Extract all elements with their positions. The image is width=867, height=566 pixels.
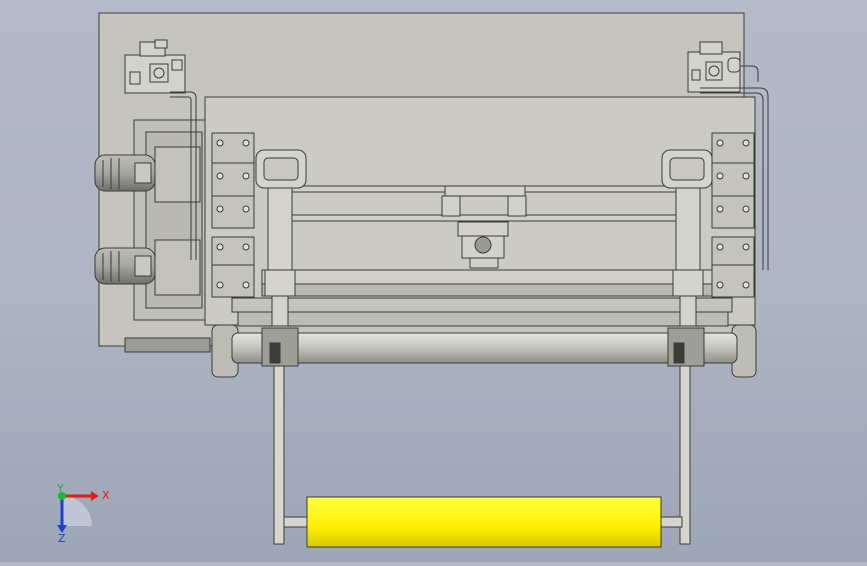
assembly-drawing: X Y Z [56,12,769,548]
base-lip [124,337,211,353]
left-bolt-block [211,132,255,298]
coordinate-triad: X Y Z [56,482,110,545]
main-roller [211,324,757,378]
lower-yellow-roller [306,496,662,548]
x-axis-label: X [102,489,110,502]
cad-viewport[interactable]: X Y Z [0,0,867,562]
z-axis-label: Z [58,532,66,545]
y-axis-label: Y [56,482,64,495]
right-bolt-block [711,132,755,298]
